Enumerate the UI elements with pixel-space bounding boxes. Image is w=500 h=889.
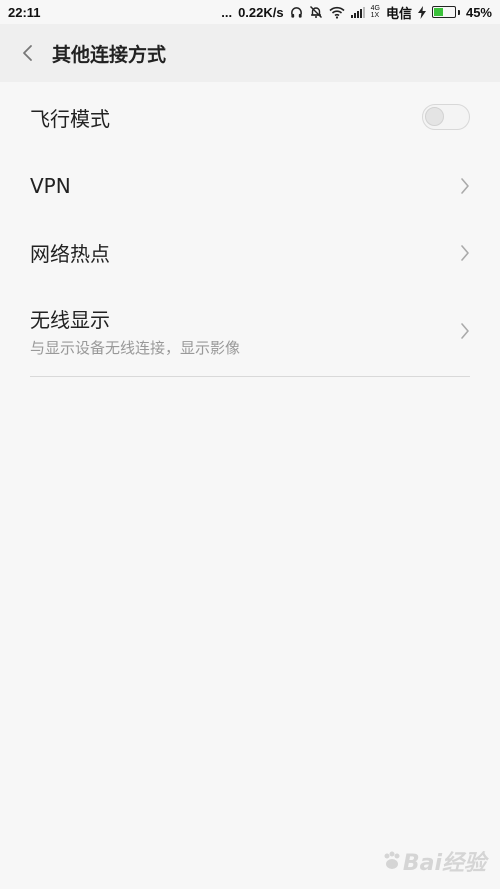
wireless-display-label: 无线显示	[30, 308, 110, 332]
airplane-mode-row[interactable]: 飞行模式	[0, 82, 500, 152]
battery-percent: 45%	[465, 4, 492, 20]
chevron-right-icon	[460, 322, 470, 340]
status-icons: ... 0.22K/s 4G 1X 电信 45%	[221, 3, 492, 22]
hotspot-label: 网络热点	[30, 242, 110, 266]
chevron-right-icon	[460, 244, 470, 262]
watermark-text: Bai经验	[402, 851, 486, 876]
settings-list: 飞行模式 VPN 网络热点 无线显示 与显示设备无线连接，显示影像	[0, 82, 500, 377]
back-arrow-icon	[23, 45, 32, 61]
airplane-mode-text: 飞行模式	[30, 103, 110, 132]
battery-fill	[433, 8, 443, 16]
battery-tip	[457, 9, 460, 15]
wifi-icon	[329, 5, 345, 19]
paw-logo-icon	[384, 851, 400, 869]
vpn-label: VPN	[30, 173, 71, 198]
back-button[interactable]	[8, 24, 48, 82]
airplane-mode-label: 飞行模式	[30, 106, 110, 131]
battery-icon	[431, 6, 460, 18]
list-divider	[30, 376, 470, 377]
vpn-text: VPN	[30, 174, 71, 198]
headphones-icon	[290, 5, 303, 19]
hotspot-text: 网络热点	[30, 238, 110, 267]
vpn-row[interactable]: VPN	[0, 152, 500, 219]
network-type-top: 4G	[370, 5, 380, 12]
watermark: Bai经验	[381, 845, 486, 877]
network-speed: 0.22K/s	[238, 4, 284, 20]
more-notifications-icon: ...	[221, 4, 233, 20]
hotspot-row[interactable]: 网络热点	[0, 219, 500, 286]
wireless-display-row[interactable]: 无线显示 与显示设备无线连接，显示影像	[0, 286, 500, 376]
wireless-display-sublabel: 与显示设备无线连接，显示影像	[30, 339, 241, 357]
airplane-mode-toggle[interactable]	[422, 104, 470, 130]
network-type-bottom: 1X	[370, 12, 380, 19]
charging-icon	[417, 5, 426, 19]
title-bar: 其他连接方式	[0, 24, 500, 82]
silent-bell-icon	[309, 5, 323, 19]
toggle-knob	[425, 107, 444, 126]
carrier-name: 电信	[385, 5, 412, 21]
status-bar: 22:11 ... 0.22K/s 4G 1X 电信 45%	[0, 0, 500, 24]
page-title: 其他连接方式	[52, 43, 167, 66]
status-time: 22:11	[8, 4, 41, 20]
screen: 22:11 ... 0.22K/s 4G 1X 电信 45% 其他连接方式 飞行…	[0, 0, 500, 889]
battery-body	[431, 6, 456, 18]
chevron-right-icon	[460, 177, 470, 195]
cellular-signal-icon	[350, 5, 365, 19]
network-type: 4G 1X	[371, 5, 380, 19]
wireless-display-text: 无线显示 与显示设备无线连接，显示影像	[30, 304, 240, 358]
